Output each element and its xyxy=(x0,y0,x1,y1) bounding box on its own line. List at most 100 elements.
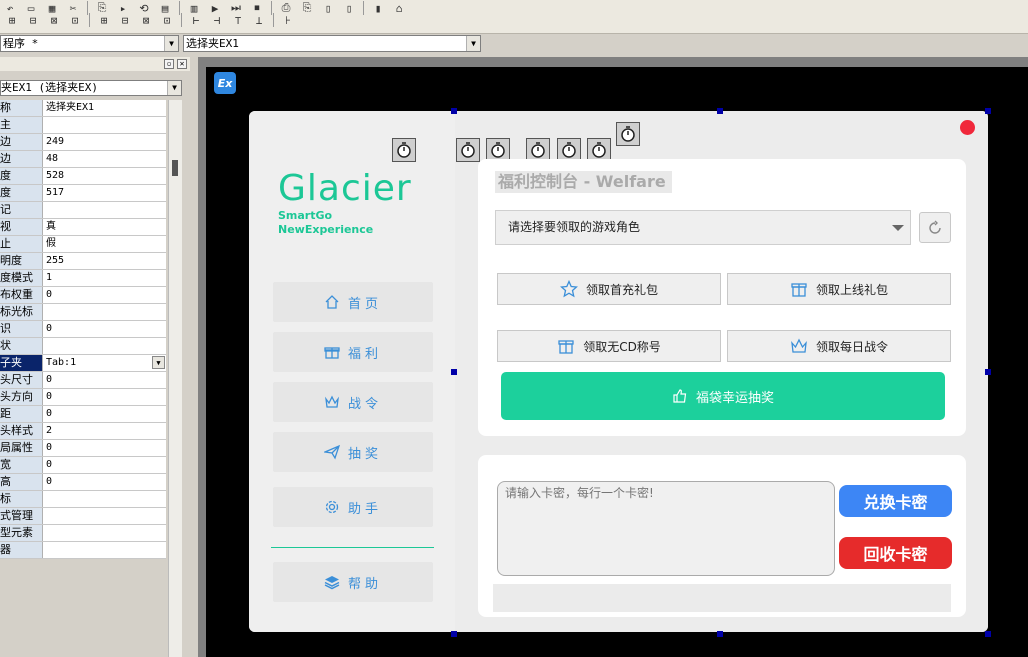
property-row[interactable]: 识0 xyxy=(0,321,166,338)
toolbar-button[interactable]: ⊥ xyxy=(249,12,269,28)
property-row[interactable]: 视真 xyxy=(0,219,166,236)
property-row[interactable]: 型元素 xyxy=(0,525,166,542)
property-row[interactable]: 头方向 0 xyxy=(0,389,166,406)
toolbar-button[interactable]: ▮ xyxy=(368,0,388,16)
property-row[interactable]: 布权重 0 xyxy=(0,287,166,304)
chevron-down-icon[interactable]: ▼ xyxy=(164,36,178,51)
property-row[interactable]: 高0 xyxy=(0,474,166,491)
property-value[interactable]: 2 xyxy=(43,423,166,439)
property-value[interactable]: 0 xyxy=(43,406,166,422)
property-row[interactable]: 局属性 0 xyxy=(0,440,166,457)
nav-home[interactable]: 首页 xyxy=(273,282,433,322)
property-row[interactable]: 止假 xyxy=(0,236,166,253)
property-row[interactable]: 度模式 1 xyxy=(0,270,166,287)
daily-battlepass-button[interactable]: 领取每日战令 xyxy=(727,330,951,362)
chevron-down-icon[interactable]: ▼ xyxy=(152,356,165,369)
property-row[interactable]: 距0 xyxy=(0,406,166,423)
toolbar-button[interactable]: ⎘ xyxy=(297,0,317,16)
property-value[interactable]: 假 xyxy=(43,236,166,252)
toolbar-button[interactable]: ⊣ xyxy=(207,12,227,28)
property-row[interactable]: 子夹 Tab:1 ▼ xyxy=(0,355,166,372)
property-value[interactable] xyxy=(43,304,166,320)
nav-assistant[interactable]: 助手 xyxy=(273,487,433,527)
property-row[interactable]: 边 249 xyxy=(0,134,166,151)
property-row[interactable]: 头样式 2 xyxy=(0,423,166,440)
object-combo[interactable]: 选择夹EX1 ▼ xyxy=(183,35,481,52)
property-row[interactable]: 状 xyxy=(0,338,166,355)
property-value[interactable]: 0 xyxy=(43,457,166,473)
property-value[interactable]: 真 xyxy=(43,219,166,235)
property-row[interactable]: 主 xyxy=(0,117,166,134)
property-row[interactable]: 标光标 xyxy=(0,304,166,321)
property-row[interactable]: 头尺寸 0 xyxy=(0,372,166,389)
property-value[interactable]: Tab:1 ▼ xyxy=(43,355,166,371)
close-icon[interactable]: ✕ xyxy=(177,59,187,69)
restore-icon[interactable]: ▫ xyxy=(164,59,174,69)
property-value[interactable] xyxy=(43,117,166,133)
resize-handle[interactable] xyxy=(985,369,991,375)
nav-help[interactable]: 帮助 xyxy=(273,562,433,602)
property-row[interactable]: 器 xyxy=(0,542,166,559)
no-cd-title-button[interactable]: 领取无CD称号 xyxy=(497,330,721,362)
refresh-button[interactable] xyxy=(919,212,951,243)
property-value[interactable]: 249 xyxy=(43,134,166,150)
toolbar-button[interactable]: ⊞ xyxy=(94,12,114,28)
recycle-cdkey-button[interactable]: 回收卡密 xyxy=(839,537,952,569)
exchange-cdkey-button[interactable]: 兑换卡密 xyxy=(839,485,952,517)
resize-handle[interactable] xyxy=(451,108,457,114)
toolbar-button[interactable]: ⌂ xyxy=(389,0,409,16)
first-charge-gift-button[interactable]: 领取首充礼包 xyxy=(497,273,721,305)
property-row[interactable]: 度 517 xyxy=(0,185,166,202)
property-value[interactable]: 528 xyxy=(43,168,166,184)
chevron-down-icon[interactable]: ▼ xyxy=(167,81,181,95)
online-gift-button[interactable]: 领取上线礼包 xyxy=(727,273,951,305)
property-value[interactable]: 255 xyxy=(43,253,166,269)
cdkey-input[interactable] xyxy=(497,481,835,576)
toolbar-button[interactable]: ▯ xyxy=(339,0,359,16)
nav-welfare[interactable]: 福利 xyxy=(273,332,433,372)
chevron-down-icon[interactable]: ▼ xyxy=(466,36,480,51)
toolbar-button[interactable]: ⊠ xyxy=(136,12,156,28)
resize-handle[interactable] xyxy=(451,369,457,375)
toolbar-button[interactable]: ⊡ xyxy=(65,12,85,28)
property-row[interactable]: 记 xyxy=(0,202,166,219)
toolbar-button[interactable]: ⊡ xyxy=(157,12,177,28)
property-value[interactable]: 0 xyxy=(43,372,166,388)
toolbar-button[interactable]: ▯ xyxy=(318,0,338,16)
property-row[interactable]: 度 528 xyxy=(0,168,166,185)
close-button[interactable] xyxy=(960,120,975,135)
toolbar-button[interactable]: ⊦ xyxy=(278,12,298,28)
property-value[interactable]: 48 xyxy=(43,151,166,167)
property-row[interactable]: 明度 255 xyxy=(0,253,166,270)
property-row[interactable]: 标 xyxy=(0,491,166,508)
toolbar-button[interactable]: ⊠ xyxy=(44,12,64,28)
property-value[interactable]: 0 xyxy=(43,389,166,405)
lottery-button[interactable]: 福袋幸运抽奖 xyxy=(501,372,945,420)
nav-battlepass[interactable]: 战令 xyxy=(273,382,433,422)
property-row[interactable]: 边 48 xyxy=(0,151,166,168)
nav-lottery[interactable]: 抽奖 xyxy=(273,432,433,472)
scrollbar-thumb[interactable] xyxy=(172,160,178,176)
resize-handle[interactable] xyxy=(717,631,723,637)
property-value[interactable] xyxy=(43,525,166,541)
resize-handle[interactable] xyxy=(451,631,457,637)
property-value[interactable] xyxy=(43,338,166,354)
property-row[interactable]: 称选择夹EX1 xyxy=(0,100,166,117)
role-select[interactable]: 请选择要领取的游戏角色 xyxy=(495,210,911,245)
property-value[interactable]: 517 xyxy=(43,185,166,201)
property-value[interactable] xyxy=(43,202,166,218)
property-row[interactable]: 式管理 xyxy=(0,508,166,525)
property-value[interactable]: 0 xyxy=(43,440,166,456)
property-value[interactable]: 1 xyxy=(43,270,166,286)
resize-handle[interactable] xyxy=(717,108,723,114)
property-value[interactable]: 选择夹EX1 xyxy=(43,100,166,116)
program-combo[interactable]: 程序 * ▼ xyxy=(0,35,179,52)
property-value[interactable]: 0 xyxy=(43,474,166,490)
toolbar-button[interactable]: ⊤ xyxy=(228,12,248,28)
resize-handle[interactable] xyxy=(985,631,991,637)
resize-handle[interactable] xyxy=(985,108,991,114)
property-value[interactable] xyxy=(43,491,166,507)
property-value[interactable] xyxy=(43,508,166,524)
toolbar-button[interactable]: ⊢ xyxy=(186,12,206,28)
toolbar-button[interactable]: ⊟ xyxy=(115,12,135,28)
